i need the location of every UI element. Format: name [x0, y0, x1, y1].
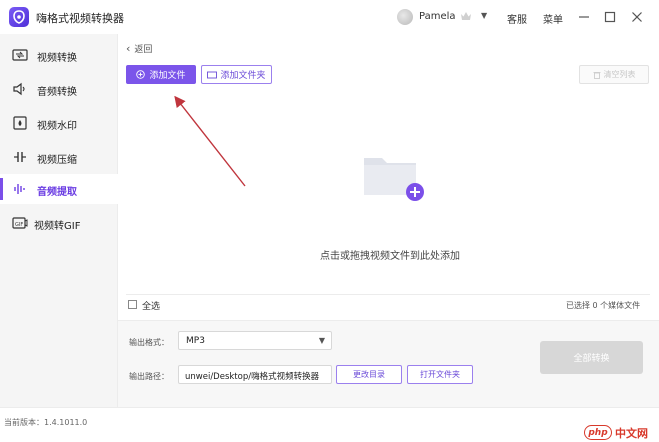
sidebar-item-video-convert[interactable]: 视频转换	[0, 40, 118, 70]
output-format-select[interactable]: MP3 ▼	[178, 331, 332, 350]
output-path-field[interactable]: unwei/Desktop/嗨格式视频转换器	[178, 365, 332, 384]
plus-circle-icon	[136, 70, 146, 79]
open-folder-button[interactable]: 打开文件夹	[407, 365, 473, 384]
output-format-value: MP3	[186, 336, 205, 346]
sidebar-item-label: 视频转GIF	[34, 221, 81, 232]
clear-list-label: 清空列表	[603, 70, 636, 79]
change-directory-button[interactable]: 更改目录	[336, 365, 402, 384]
gif-icon: GIF	[12, 217, 28, 229]
chevron-down-icon: ▼	[318, 336, 325, 345]
avatar[interactable]	[397, 9, 413, 25]
sidebar-item-watermark[interactable]: 视频水印	[0, 108, 118, 138]
version-text: 当前版本：1.4.1011.0	[4, 418, 88, 427]
back-label: 返回	[134, 45, 153, 55]
maximize-icon[interactable]	[602, 9, 618, 25]
title-bar: 嗨格式视频转换器 Pamela ▼ 客服 菜单	[0, 0, 659, 34]
menu-button[interactable]: 菜单	[543, 11, 563, 26]
add-file-button[interactable]: 添加文件	[126, 65, 196, 84]
vip-badge-icon	[461, 12, 471, 20]
sidebar-item-audio-extract[interactable]: 音频提取	[0, 174, 118, 204]
sidebar-item-audio-convert[interactable]: 音频转换	[0, 74, 118, 104]
audio-wave-icon	[14, 184, 25, 194]
watermark-icon	[13, 116, 27, 130]
speaker-icon	[13, 82, 25, 96]
convert-all-button[interactable]: 全部转换	[540, 341, 643, 374]
trash-icon	[593, 71, 600, 79]
customer-service-button[interactable]: 客服	[507, 11, 527, 26]
folder-icon	[207, 71, 218, 78]
video-convert-icon	[12, 49, 28, 61]
compress-icon	[14, 152, 26, 162]
close-icon[interactable]	[629, 9, 645, 25]
status-bar	[0, 407, 659, 442]
clear-list-button[interactable]: 清空列表	[579, 65, 649, 84]
output-path-value: unwei/Desktop/嗨格式视频转换器	[185, 372, 320, 382]
add-file-label: 添加文件	[149, 71, 186, 81]
username[interactable]: Pamela	[419, 11, 456, 22]
chevron-left-icon: ‹	[126, 42, 131, 55]
sidebar-item-compress[interactable]: 视频压缩	[0, 142, 118, 172]
select-all-checkbox[interactable]	[128, 300, 137, 309]
select-all-label[interactable]: 全选	[142, 299, 160, 312]
watermark-text: 中文网	[615, 427, 648, 440]
user-dropdown-icon[interactable]: ▼	[481, 11, 487, 20]
sidebar-item-label: 视频压缩	[37, 155, 77, 166]
selected-count-text: 已选择 0 个媒体文件	[566, 301, 641, 310]
minimize-icon[interactable]	[576, 9, 592, 25]
sidebar-item-label: 视频水印	[37, 121, 77, 132]
watermark-badge: php	[584, 425, 612, 440]
sidebar: 视频转换 音频转换 视频水印 视频压缩 音频提取 GIF 视频转GIF	[0, 34, 118, 407]
sidebar-item-video-gif[interactable]: GIF 视频转GIF	[0, 208, 118, 238]
sidebar-item-label: 音频提取	[37, 187, 77, 198]
add-folder-label: 添加文件夹	[220, 71, 266, 81]
sidebar-item-label: 视频转换	[37, 53, 77, 64]
add-folder-button[interactable]: 添加文件夹	[201, 65, 272, 84]
svg-text:GIF: GIF	[15, 222, 23, 228]
drop-hint-text: 点击或拖拽视频文件到此处添加	[320, 251, 460, 262]
output-format-label: 输出格式：	[129, 338, 169, 347]
back-link[interactable]: ‹ 返回	[126, 42, 152, 55]
app-logo-icon	[9, 7, 29, 27]
sidebar-item-label: 音频转换	[37, 87, 77, 98]
app-title: 嗨格式视频转换器	[36, 12, 124, 25]
output-path-label: 输出路径：	[129, 372, 169, 381]
empty-folder-add-icon[interactable]	[362, 150, 426, 204]
